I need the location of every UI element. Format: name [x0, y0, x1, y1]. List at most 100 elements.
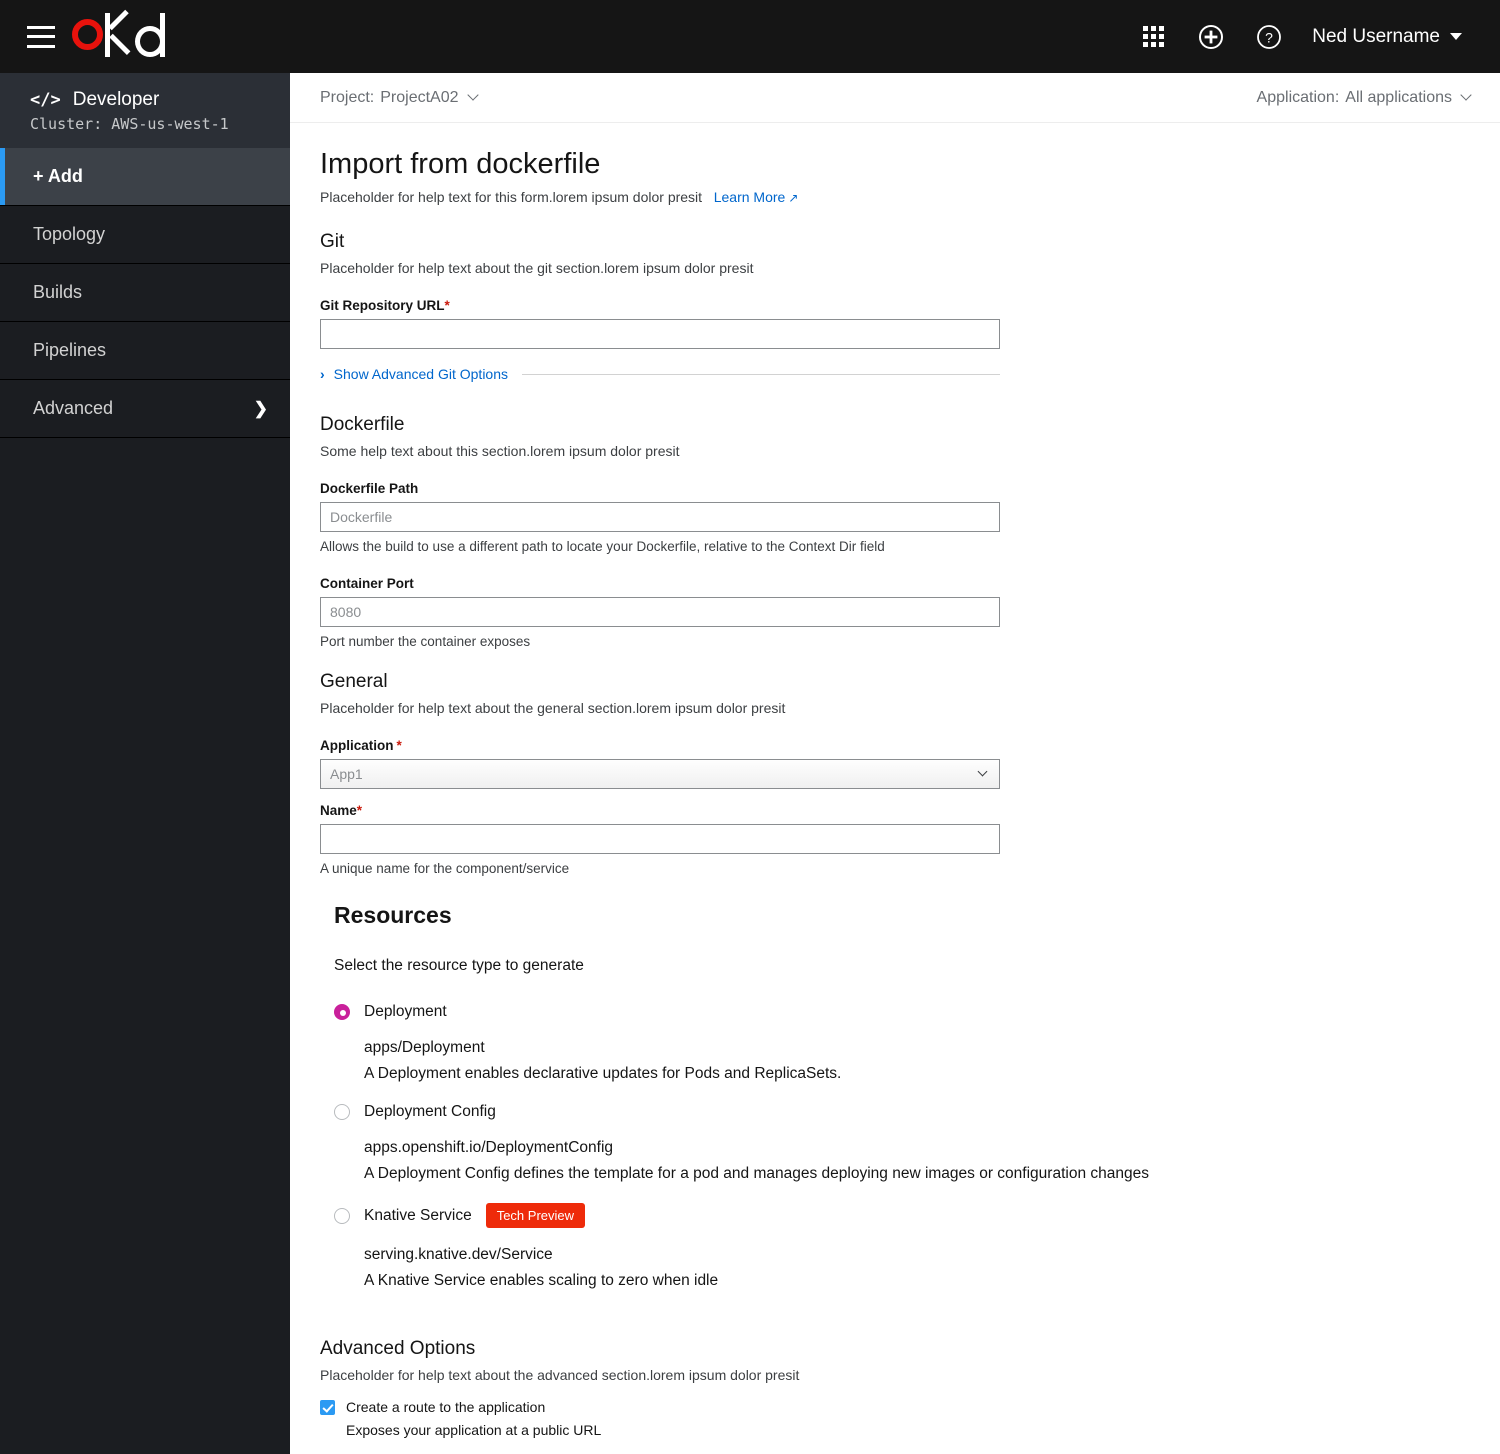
sidebar-item-topology[interactable]: Topology	[0, 206, 290, 264]
logo-letter-o	[72, 19, 103, 50]
radio-deployment[interactable]	[334, 1004, 350, 1020]
tech-preview-badge: Tech Preview	[485, 1203, 586, 1228]
resource-option-deployment[interactable]: Deployment	[334, 1003, 1470, 1021]
dockerfile-path-hint: Allows the build to use a different path…	[320, 539, 885, 554]
create-route-hint: Exposes your application at a public URL	[346, 1422, 602, 1438]
sidebar-item-label: Topology	[33, 224, 106, 244]
container-port-label: Container Port	[320, 576, 414, 591]
sidebar-item-label: Builds	[33, 282, 83, 302]
resources-title: Resources	[334, 902, 452, 928]
resources-subtitle: Select the resource type to generate	[334, 957, 584, 974]
chevron-down-icon	[466, 88, 479, 101]
sidebar-item-builds[interactable]: Builds	[0, 264, 290, 322]
masthead: ? Ned Username	[0, 0, 1500, 73]
name-hint: A unique name for the component/service	[320, 861, 570, 876]
resource-option-label: Deployment Config	[364, 1103, 496, 1120]
application-field: Application * App1	[320, 738, 1470, 789]
application-select-value: App1	[330, 766, 363, 782]
project-value: ProjectA02	[380, 88, 459, 106]
grid-apps-icon[interactable]	[1124, 0, 1182, 73]
project-selector[interactable]: Project: ProjectA02	[320, 88, 479, 107]
sidebar-item-label: Advanced	[33, 398, 114, 418]
external-link-icon: ↗︎	[788, 191, 799, 205]
resource-api: apps/Deployment	[364, 1039, 485, 1056]
chevron-right-icon: ❯	[253, 398, 268, 418]
git-repo-input[interactable]	[320, 319, 1000, 349]
create-route-row[interactable]: Create a route to the application	[320, 1399, 1470, 1415]
application-selector[interactable]: Application: All applications	[1256, 88, 1472, 107]
radio-deployment-config[interactable]	[334, 1104, 350, 1120]
resource-description: A Knative Service enables scaling to zer…	[364, 1272, 719, 1289]
resource-detail-deployment-config: apps.openshift.io/DeploymentConfig A Dep…	[364, 1139, 1470, 1183]
chevron-down-icon	[977, 766, 988, 776]
dockerfile-section-title: Dockerfile	[320, 414, 405, 435]
chevron-down-icon	[1460, 88, 1472, 101]
plus-circle-icon[interactable]	[1182, 0, 1240, 73]
sidebar-item-advanced[interactable]: Advanced ❯	[0, 380, 290, 438]
sidebar-item-label: + Add	[33, 166, 83, 186]
divider	[522, 373, 1000, 375]
project-label: Project:	[320, 88, 375, 106]
page-title: Import from dockerfile	[320, 148, 601, 180]
form-help-text: Placeholder for help text for this form.…	[320, 189, 1470, 205]
learn-more-link[interactable]: Learn More ↗︎	[714, 189, 799, 205]
name-field: Name*	[320, 803, 1470, 854]
sidebar-item-add[interactable]: + Add	[0, 148, 290, 206]
dockerfile-section-help: Some help text about this section.lorem …	[320, 443, 680, 459]
radio-knative-service[interactable]	[334, 1207, 350, 1224]
user-menu[interactable]: Ned Username	[1298, 26, 1470, 48]
create-route-label: Create a route to the application	[346, 1399, 546, 1415]
git-repo-label: Git Repository URL*	[320, 298, 450, 313]
required-marker: *	[396, 738, 402, 753]
sidebar-item-pipelines[interactable]: Pipelines	[0, 322, 290, 380]
advanced-options-title: Advanced Options	[320, 1338, 476, 1359]
resource-api: apps.openshift.io/DeploymentConfig	[364, 1139, 614, 1156]
resource-api: serving.knative.dev/Service	[364, 1246, 553, 1263]
username-label: Ned Username	[1312, 25, 1440, 47]
git-repo-field: Git Repository URL*	[320, 298, 1470, 349]
chevron-right-icon: ›	[320, 366, 325, 382]
code-icon: </>	[30, 90, 61, 110]
show-advanced-git-options-toggle[interactable]: Show Advanced Git Options	[334, 366, 508, 382]
name-input[interactable]	[320, 824, 1000, 854]
container-port-input[interactable]	[320, 597, 1000, 627]
create-route-checkbox[interactable]	[320, 1399, 335, 1415]
show-advanced-git-options-row: › Show Advanced Git Options	[320, 366, 1000, 382]
sidebar: </> Developer Cluster: AWS-us-west-1 + A…	[0, 73, 290, 1454]
resource-detail-knative-service: serving.knative.dev/Service A Knative Se…	[364, 1246, 1470, 1290]
dockerfile-path-label: Dockerfile Path	[320, 481, 419, 496]
resource-description: A Deployment Config defines the template…	[364, 1165, 1149, 1182]
context-bar: Project: ProjectA02 Application: All app…	[290, 73, 1500, 123]
required-marker: *	[444, 298, 450, 313]
advanced-options-section: Advanced Options Placeholder for help te…	[320, 1338, 1470, 1454]
caret-down-icon	[1450, 33, 1462, 40]
container-port-field: Container Port	[320, 576, 1470, 627]
question-circle-icon[interactable]: ?	[1240, 0, 1298, 73]
general-section-help: Placeholder for help text about the gene…	[320, 700, 786, 716]
general-section-title: General	[320, 671, 388, 692]
hamburger-icon[interactable]	[27, 25, 55, 48]
application-field-label: Application *	[320, 738, 402, 753]
git-section-help: Placeholder for help text about the git …	[320, 260, 754, 276]
resources-section: Resources Select the resource type to ge…	[334, 902, 1470, 1290]
perspective-switcher[interactable]: </> Developer Cluster: AWS-us-west-1	[0, 73, 290, 148]
form-help-label: Placeholder for help text for this form.…	[320, 189, 703, 205]
main-content: Import from dockerfile Placeholder for h…	[290, 123, 1500, 1454]
dockerfile-path-field: Dockerfile Path	[320, 481, 1470, 532]
sidebar-item-label: Pipelines	[33, 340, 107, 360]
application-select[interactable]: App1	[320, 759, 1000, 789]
okd-logo[interactable]	[72, 12, 165, 57]
masthead-actions: ? Ned Username	[1124, 0, 1500, 73]
application-label: Application:	[1256, 88, 1340, 106]
container-port-hint: Port number the container exposes	[320, 634, 531, 649]
resource-option-label: Deployment	[364, 1003, 447, 1020]
resource-option-deployment-config[interactable]: Deployment Config	[334, 1103, 1470, 1121]
dockerfile-path-input[interactable]	[320, 502, 1000, 532]
application-value: All applications	[1345, 88, 1452, 106]
resource-detail-deployment: apps/Deployment A Deployment enables dec…	[364, 1039, 1470, 1083]
required-marker: *	[356, 803, 363, 818]
perspective-label: Developer	[72, 89, 160, 110]
git-section-title: Git	[320, 231, 345, 252]
resource-option-knative-service[interactable]: Knative Service Tech Preview	[334, 1203, 1470, 1228]
advanced-options-help: Placeholder for help text about the adva…	[320, 1367, 800, 1383]
